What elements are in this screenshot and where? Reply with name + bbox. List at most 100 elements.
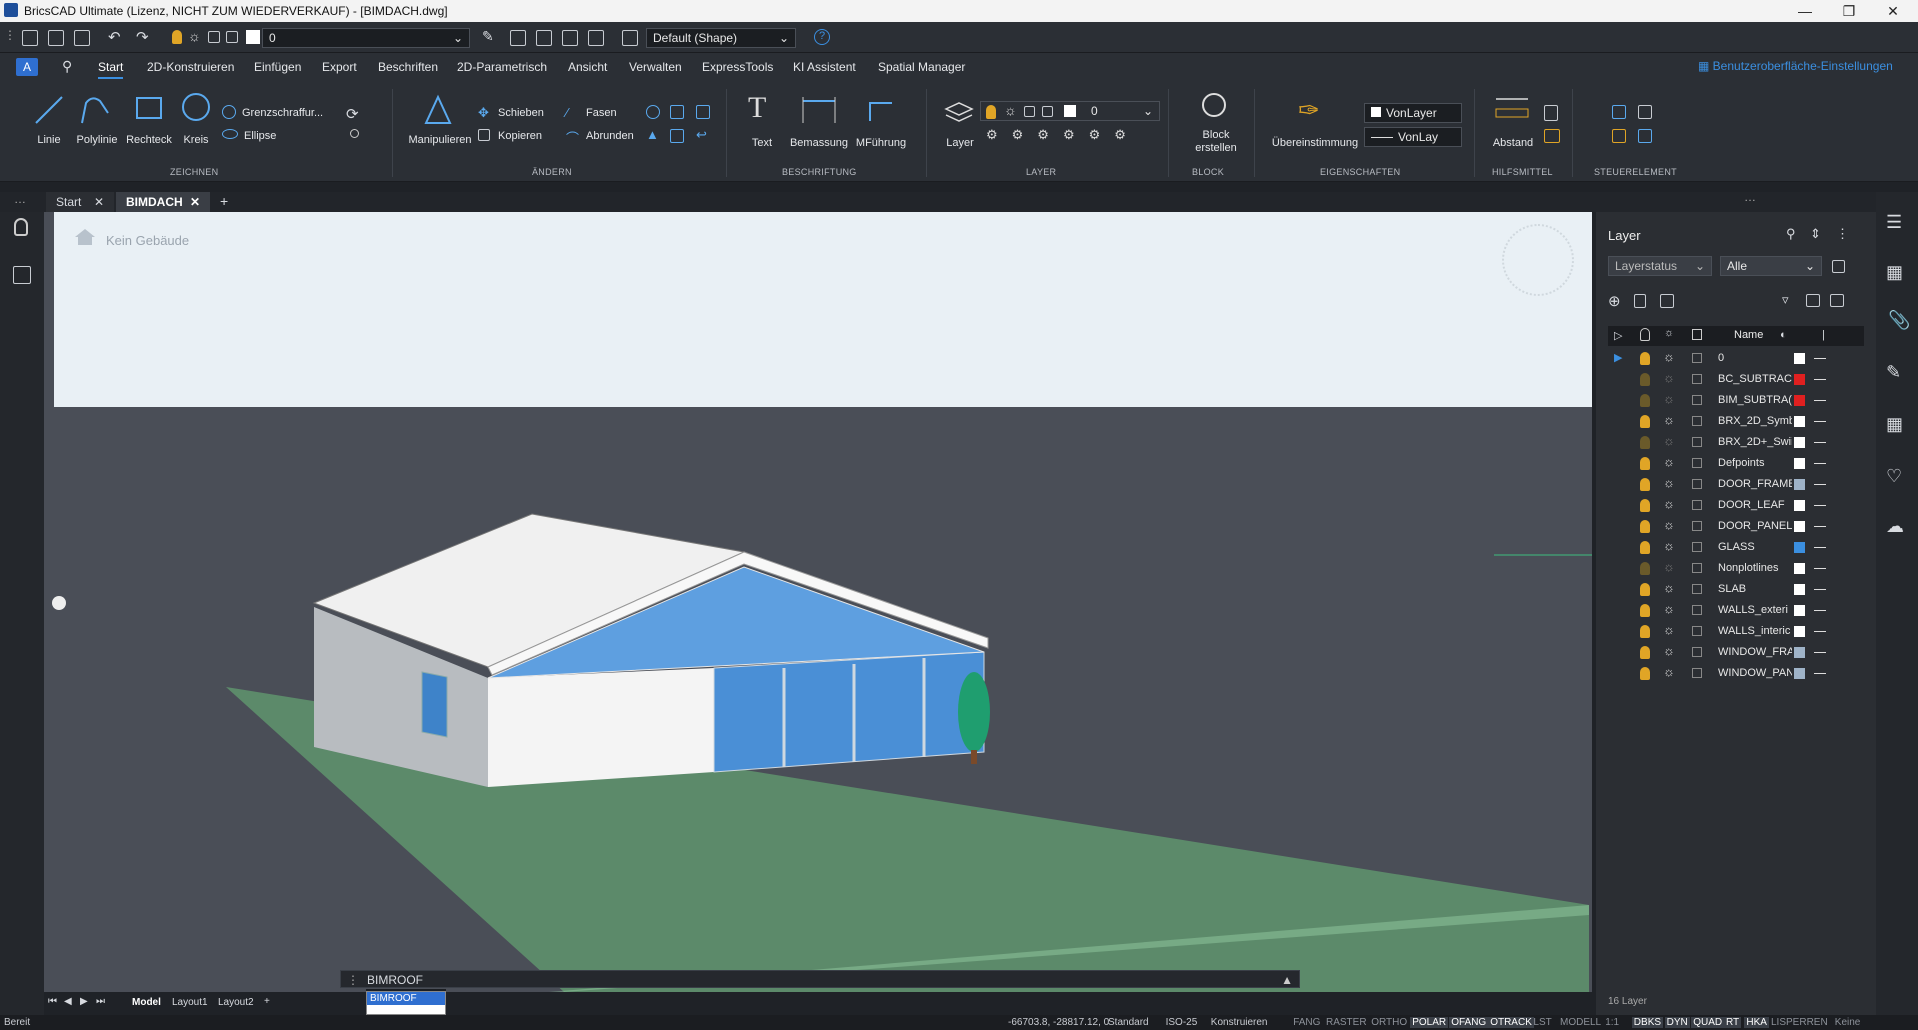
quick-select-icon[interactable] — [1544, 129, 1560, 143]
status-toggle-modell[interactable]: MODELL — [1560, 1017, 1601, 1028]
first-tab-icon[interactable]: ⏮ — [48, 996, 57, 1007]
hatch-icon[interactable] — [222, 105, 236, 119]
layer-color-swatch[interactable] — [1794, 563, 1805, 574]
chamfer-label[interactable]: Fasen — [586, 107, 617, 119]
layer-color-swatch[interactable] — [1794, 605, 1805, 616]
layer-name[interactable]: DOOR_LEAF — [1718, 499, 1792, 511]
layer-name[interactable]: SLAB — [1718, 583, 1792, 595]
tab-bimdach[interactable]: BIMDACH ✕ — [116, 192, 210, 212]
layer-name[interactable]: DOOR_FRAME — [1718, 478, 1792, 490]
status-toggle-ortho[interactable]: ORTHO — [1371, 1017, 1407, 1028]
layer-on-icon[interactable] — [1640, 562, 1650, 575]
layer-linetype[interactable] — [1814, 652, 1826, 653]
search-icon[interactable]: ⚲ — [62, 58, 72, 75]
layer-color-swatch[interactable] — [1794, 542, 1805, 553]
layer-linetype[interactable] — [1814, 505, 1826, 506]
ribbon-tab-expresstools[interactable]: ExpressTools — [702, 60, 773, 74]
layer-name[interactable]: BC_SUBTRAC' — [1718, 373, 1792, 385]
print-icon[interactable] — [74, 30, 90, 46]
layer-freeze-icon[interactable]: ☼ — [1663, 580, 1675, 595]
layer-lock-icon[interactable] — [1692, 416, 1702, 426]
layer-lock-icon[interactable] — [1692, 458, 1702, 468]
command-expand-icon[interactable]: ▲ — [1281, 973, 1293, 987]
layer-state-dropdown[interactable]: Layerstatus ⌄ — [1608, 256, 1712, 276]
layer-row[interactable]: ☼ DOOR_FRAME — [1608, 474, 1868, 495]
match-properties-icon[interactable]: ✑ — [1298, 95, 1320, 126]
close-button[interactable]: ✕ — [1878, 2, 1908, 20]
search-icon[interactable]: ⚲ — [1786, 226, 1796, 242]
layer-color-swatch[interactable] — [1794, 374, 1805, 385]
control-icon[interactable] — [1612, 105, 1626, 119]
rectangle-tool-icon[interactable] — [136, 97, 162, 119]
layer-name[interactable]: WINDOW_FRA — [1718, 646, 1792, 658]
close-icon[interactable]: ✕ — [190, 195, 200, 209]
polyline-tool-icon[interactable] — [78, 93, 112, 127]
layer-row[interactable]: ☼ WALLS_exteri — [1608, 600, 1868, 621]
layer-name[interactable]: WALLS_interic — [1718, 625, 1792, 637]
tab-start[interactable]: Start ✕ — [46, 192, 114, 212]
move-icon[interactable]: ✥ — [478, 105, 489, 121]
fillet-icon[interactable]: ⌒ — [566, 128, 579, 147]
ribbon-tab-2d-konstruieren[interactable]: 2D-Konstruieren — [147, 60, 234, 74]
layer-on-icon[interactable] — [172, 30, 182, 44]
layer-lock-icon[interactable] — [1692, 542, 1702, 552]
layer-lock-icon[interactable] — [1692, 626, 1702, 636]
layer-name[interactable]: 0 — [1718, 352, 1792, 364]
next-tab-icon[interactable]: ▶ — [80, 996, 88, 1007]
tabs-menu-icon[interactable]: … — [14, 192, 26, 206]
layer-manager-label[interactable]: Layer — [940, 137, 980, 149]
text-tool-label[interactable]: Text — [744, 137, 780, 149]
command-line[interactable]: ⋮ BIMROOF ▲ — [340, 970, 1300, 988]
render-icon[interactable]: ♡ — [1886, 466, 1902, 487]
building-3d-model[interactable] — [44, 212, 1592, 992]
invert-filter-icon[interactable] — [1832, 260, 1845, 273]
offset-icon[interactable]: ↩ — [696, 127, 707, 143]
layer-row[interactable]: ☼ DOOR_LEAF — [1608, 495, 1868, 516]
status-toggle-lst[interactable]: LST — [1533, 1017, 1551, 1028]
layer-row[interactable]: ☼ WALLS_interic — [1608, 621, 1868, 642]
block-create-label1[interactable]: Block — [1188, 129, 1244, 141]
layer-name[interactable]: BRX_2D_Symb — [1718, 415, 1792, 427]
layer-freeze-icon[interactable]: ☼ — [1663, 349, 1675, 364]
layer-freeze-icon[interactable]: ☼ — [1663, 475, 1675, 490]
copy-label[interactable]: Kopieren — [498, 130, 542, 142]
dimension-icon[interactable] — [800, 95, 838, 125]
status-toggle-rt[interactable]: RT — [1724, 1017, 1742, 1028]
layer-settings-icon[interactable] — [1830, 294, 1844, 307]
layer-row[interactable]: ☼ WINDOW_FRA — [1608, 642, 1868, 663]
status-toggle-otrack[interactable]: OTRACK — [1488, 1017, 1534, 1028]
status-toggle-hka[interactable]: HKA — [1744, 1017, 1769, 1028]
command-input[interactable]: BIMROOF — [367, 973, 423, 987]
layer-linetype[interactable] — [1814, 547, 1826, 548]
match-properties-label[interactable]: Übereinstimmung — [1268, 137, 1362, 149]
minimize-button[interactable]: — — [1790, 2, 1820, 20]
ribbon-tab-2d-parametrisch[interactable]: 2D-Parametrisch — [457, 60, 547, 74]
layer-row[interactable]: ☼ Nonplotlines — [1608, 558, 1868, 579]
status-toggle-standard[interactable]: Standard — [1108, 1017, 1149, 1028]
layer-color-swatch[interactable] — [1794, 416, 1805, 427]
manipulate-icon[interactable] — [420, 93, 454, 127]
attachments-icon[interactable]: 📎 — [1888, 310, 1910, 331]
layer-on-icon[interactable] — [1640, 457, 1650, 470]
layer-row[interactable]: ☼ DOOR_PANEL — [1608, 516, 1868, 537]
layer-freeze-icon[interactable]: ☼ — [1663, 538, 1675, 553]
ribbon-tab-spatial-manager[interactable]: Spatial Manager — [878, 60, 965, 74]
ribbon-tab-beschriften[interactable]: Beschriften — [378, 60, 438, 74]
layer-on-icon[interactable] — [1640, 499, 1650, 512]
rectangle-tool-label[interactable]: Rechteck — [124, 134, 174, 146]
layer-linetype[interactable] — [1814, 610, 1826, 611]
library-icon[interactable]: ▦ — [1886, 414, 1903, 435]
visual-style-dropdown[interactable]: Default (Shape) ⌄ — [646, 28, 796, 48]
pick-icon[interactable]: ✎ — [482, 28, 494, 45]
array-icon[interactable] — [670, 129, 684, 143]
status-toggle-dyn[interactable]: DYN — [1664, 1017, 1690, 1028]
ellipse-label[interactable]: Ellipse — [244, 130, 276, 142]
control-icon[interactable] — [1638, 105, 1652, 119]
scale-icon[interactable] — [670, 105, 684, 119]
layer-row[interactable]: ▶ ☼ 0 — [1608, 348, 1868, 369]
drawing-viewport[interactable]: Kein Gebäude ⋮ BIMROOF ▲ — [44, 212, 1592, 992]
layer-linetype[interactable] — [1814, 358, 1826, 359]
maximize-button[interactable]: ❐ — [1834, 2, 1864, 20]
layers-icon[interactable]: ▦ — [1886, 262, 1903, 283]
layer-name[interactable]: WINDOW_PAN — [1718, 667, 1792, 679]
